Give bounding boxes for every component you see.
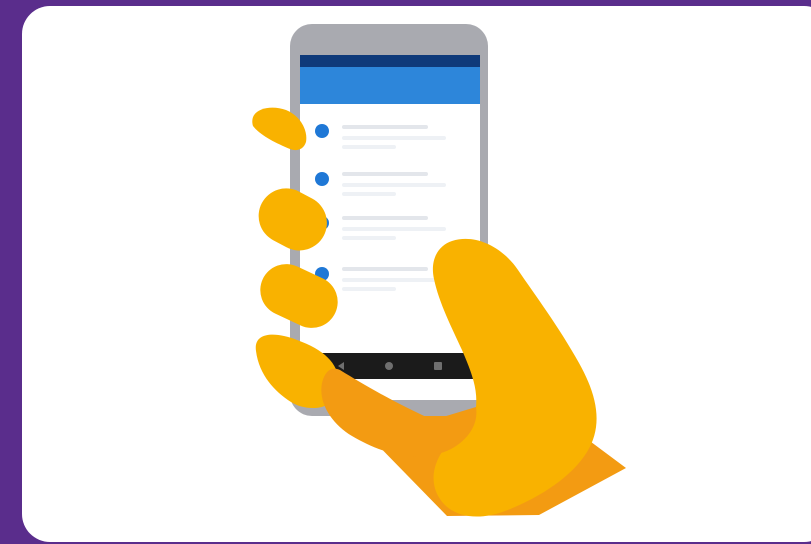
- list-item-line-tertiary: [342, 145, 396, 149]
- list-item-line-tertiary: [342, 192, 396, 196]
- background-frame: [0, 0, 811, 544]
- list-item-line-tertiary: [342, 236, 396, 240]
- list-item-line-secondary: [342, 183, 446, 187]
- list-item-dot: [315, 172, 329, 186]
- list-item-line-secondary: [342, 278, 446, 282]
- list-item-line-primary: [342, 125, 428, 129]
- list-item-line-secondary: [342, 136, 446, 140]
- list-item-line-primary: [342, 216, 428, 220]
- home-icon[interactable]: [385, 362, 393, 370]
- list-item-line-primary: [342, 267, 428, 271]
- list-item-line-secondary: [342, 227, 446, 231]
- status-bar: [300, 55, 480, 67]
- list-item-line-primary: [342, 172, 428, 176]
- recents-icon[interactable]: [434, 362, 442, 370]
- list-item-line-tertiary: [342, 287, 396, 291]
- list-item-dot: [315, 124, 329, 138]
- app-bar: [300, 67, 480, 104]
- hand-phone-illustration: [252, 24, 626, 517]
